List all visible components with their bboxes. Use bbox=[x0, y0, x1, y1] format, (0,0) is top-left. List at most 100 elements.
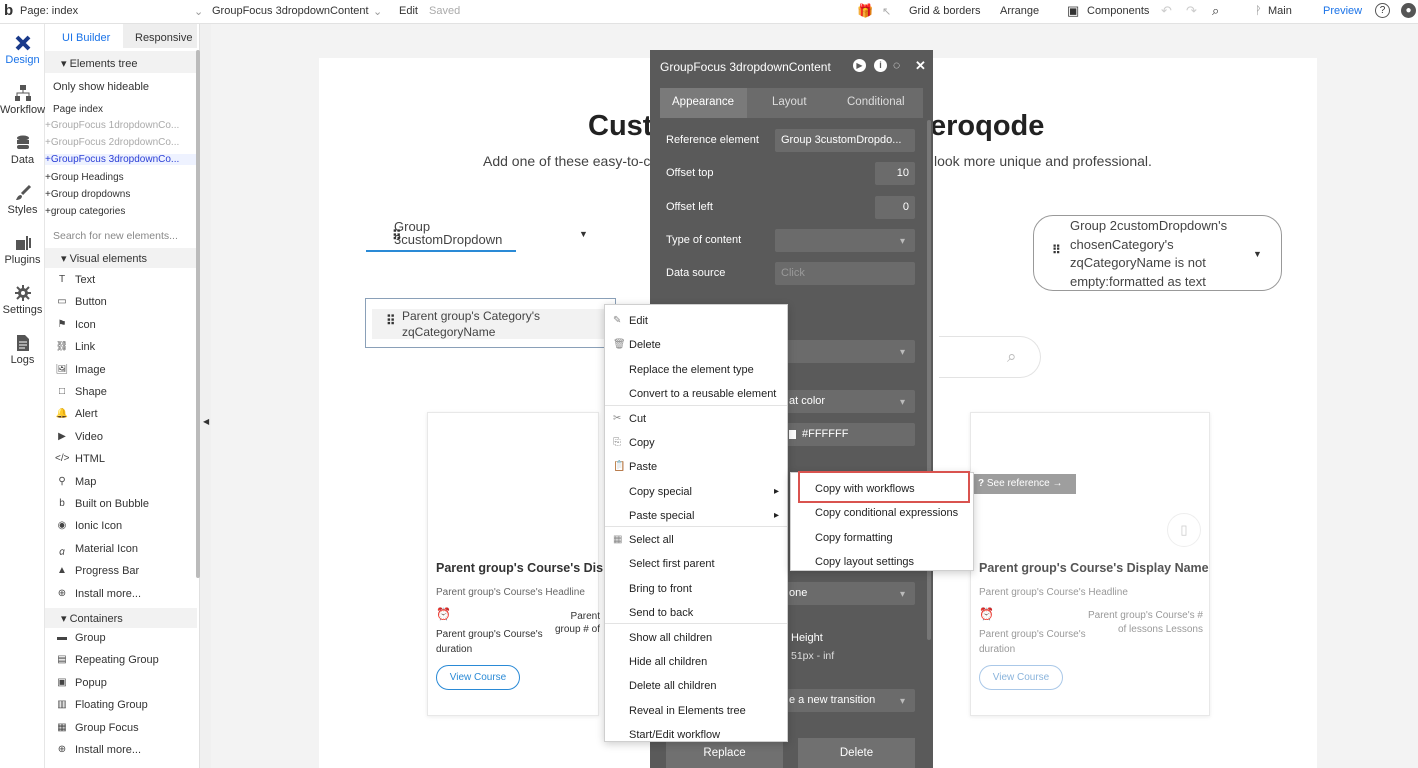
containers-header[interactable]: ▾ Containers bbox=[45, 608, 197, 628]
visual-element-progress-bar[interactable]: ▲ Progress Bar bbox=[45, 565, 197, 577]
arrange-menu[interactable]: Arrange bbox=[1000, 5, 1039, 17]
offset-left-input[interactable]: 0 bbox=[875, 196, 915, 219]
visual-element-install-more[interactable]: ⊕ Install more... bbox=[45, 588, 197, 600]
search-icon[interactable]: ⌕ bbox=[1007, 347, 1017, 367]
edit-button[interactable]: Edit bbox=[399, 5, 418, 17]
tab-conditional[interactable]: Conditional bbox=[847, 96, 905, 108]
view-course-button[interactable]: View Course bbox=[436, 665, 520, 690]
menu-item-replace-the-element-type[interactable]: Replace the element type bbox=[605, 358, 787, 382]
tab-responsive[interactable]: Responsive bbox=[123, 24, 197, 48]
components-menu[interactable]: Components bbox=[1087, 5, 1149, 17]
info-icon[interactable]: i bbox=[874, 59, 887, 72]
visual-element-link[interactable]: ⛓ Link bbox=[45, 341, 197, 353]
rail-plugins[interactable]: Plugins bbox=[0, 234, 45, 266]
see-reference-tag[interactable]: ? See reference → bbox=[974, 474, 1076, 494]
tree-item[interactable]: +Group dropdowns bbox=[45, 189, 197, 200]
branch-selector[interactable]: Main bbox=[1268, 5, 1292, 17]
container-repeating-group[interactable]: ▤ Repeating Group bbox=[45, 654, 197, 666]
comment-icon[interactable]: ◌ bbox=[893, 58, 900, 72]
menu-item-bring-to-front[interactable]: Bring to front bbox=[605, 577, 787, 601]
transition-select[interactable]: e a new transition bbox=[775, 689, 915, 712]
close-icon[interactable]: ✕ bbox=[915, 58, 926, 74]
rail-data[interactable]: Data bbox=[0, 134, 45, 166]
tree-item-selected[interactable]: +GroupFocus 3dropdownCo... bbox=[45, 154, 197, 165]
elements-tree-header[interactable]: ▾ Elements tree bbox=[45, 51, 197, 73]
play-icon[interactable]: ▶ bbox=[853, 59, 866, 72]
visual-element-alert[interactable]: 🔔 Alert bbox=[45, 408, 197, 420]
container-group[interactable]: ▬ Group bbox=[45, 632, 197, 644]
menu-item-paste[interactable]: 📋 Paste bbox=[605, 455, 787, 479]
rail-design[interactable]: Design bbox=[0, 34, 45, 66]
container-floating-group[interactable]: ▥ Floating Group bbox=[45, 699, 197, 711]
search-icon[interactable]: ⌕ bbox=[1212, 3, 1219, 19]
collapse-panel-icon[interactable]: ◀ bbox=[203, 417, 209, 426]
menu-item-cut[interactable]: ✂ Cut bbox=[605, 407, 787, 431]
panel-scrollbar[interactable] bbox=[196, 50, 200, 578]
menu-item-send-to-back[interactable]: Send to back bbox=[605, 601, 787, 625]
visual-element-icon[interactable]: ⚑ Icon bbox=[45, 319, 197, 331]
chevron-down-icon[interactable]: ▼ bbox=[1253, 249, 1262, 259]
page-selector[interactable]: Page: index bbox=[20, 5, 78, 17]
visual-element-shape[interactable]: □ Shape bbox=[45, 386, 197, 398]
visual-elements-header[interactable]: ▾ Visual elements bbox=[45, 248, 197, 268]
menu-item-paste-special[interactable]: Paste special ▸ bbox=[605, 504, 787, 528]
style-select[interactable] bbox=[775, 340, 915, 363]
rail-styles[interactable]: Styles bbox=[0, 184, 45, 216]
container-install-more[interactable]: ⊕ Install more... bbox=[45, 744, 197, 756]
menu-item-delete-all-children[interactable]: Delete all children bbox=[605, 674, 787, 698]
search-elements-input[interactable]: Search for new elements... bbox=[45, 230, 197, 242]
background-color-input[interactable]: #FFFFFF bbox=[775, 423, 915, 446]
rail-workflow[interactable]: Workflow bbox=[0, 84, 45, 116]
tree-item[interactable]: +group categories bbox=[45, 206, 197, 217]
account-icon[interactable]: ● bbox=[1401, 3, 1416, 18]
chevron-down-icon[interactable]: ▼ bbox=[579, 229, 588, 239]
data-source-input[interactable]: Click bbox=[775, 262, 915, 285]
menu-item-select-all[interactable]: ▦ Select all bbox=[605, 528, 787, 552]
reference-element-select[interactable]: Group 3customDropdo... bbox=[775, 129, 915, 152]
submenu-item-copy-formatting[interactable]: Copy formatting bbox=[791, 526, 973, 550]
menu-item-select-first-parent[interactable]: Select first parent bbox=[605, 552, 787, 576]
border-style-select[interactable]: one bbox=[775, 582, 915, 605]
selected-text-element[interactable]: ⠿ Parent group's Category's zqCategoryNa… bbox=[365, 298, 616, 348]
view-course-button[interactable]: View Course bbox=[979, 665, 1063, 690]
menu-item-convert-to-a-reusable-element[interactable]: Convert to a reusable element bbox=[605, 382, 787, 406]
redo-icon[interactable]: ↷ bbox=[1186, 3, 1197, 19]
dropdown-category-1[interactable]: Group 3customDropdown bbox=[366, 218, 516, 252]
submenu-item-copy-conditional-expressions[interactable]: Copy conditional expressions bbox=[791, 501, 973, 525]
rail-settings[interactable]: Settings bbox=[0, 284, 45, 316]
visual-element-material-icon[interactable]: ℊ Material Icon bbox=[45, 543, 197, 555]
menu-item-start-edit-workflow[interactable]: Start/Edit workflow bbox=[605, 723, 787, 747]
help-icon[interactable]: ? bbox=[1375, 3, 1390, 18]
visual-element-map[interactable]: ⚲ Map bbox=[45, 476, 197, 488]
undo-icon[interactable]: ↶ bbox=[1161, 3, 1172, 19]
gift-icon[interactable]: 🎁 bbox=[857, 3, 873, 19]
container-popup[interactable]: ▣ Popup bbox=[45, 677, 197, 689]
visual-element-button[interactable]: ▭ Button bbox=[45, 296, 197, 308]
visual-element-image[interactable]: 🖼 Image bbox=[45, 364, 197, 376]
menu-item-edit[interactable]: ✎ Edit bbox=[605, 309, 787, 333]
delete-button[interactable]: Delete bbox=[798, 738, 915, 768]
container-group-focus[interactable]: ▦ Group Focus bbox=[45, 722, 197, 734]
menu-item-copy[interactable]: ⎘ Copy bbox=[605, 431, 787, 455]
grid-borders-menu[interactable]: Grid & borders bbox=[909, 5, 981, 17]
visual-element-video[interactable]: ▶ Video bbox=[45, 431, 197, 443]
type-of-content-select[interactable] bbox=[775, 229, 915, 252]
tab-layout[interactable]: Layout bbox=[772, 96, 807, 108]
background-style-select[interactable]: at color bbox=[775, 390, 915, 413]
tab-appearance[interactable]: Appearance bbox=[660, 88, 747, 118]
rail-logs[interactable]: Logs bbox=[0, 334, 45, 366]
visual-element-html[interactable]: </> HTML bbox=[45, 453, 197, 465]
menu-item-hide-all-children[interactable]: Hide all children bbox=[605, 650, 787, 674]
bookmark-icon[interactable]: ▯ bbox=[1167, 513, 1201, 547]
bubble-logo-icon[interactable]: b bbox=[4, 2, 13, 19]
menu-item-copy-special[interactable]: Copy special ▸ bbox=[605, 480, 787, 504]
tree-item[interactable]: +GroupFocus 1dropdownCo... bbox=[45, 120, 197, 131]
visual-element-text[interactable]: T Text bbox=[45, 274, 197, 286]
visual-element-ionic-icon[interactable]: ◉ Ionic Icon bbox=[45, 520, 197, 532]
element-selector[interactable]: GroupFocus 3dropdownContent bbox=[212, 5, 369, 17]
menu-item-show-all-children[interactable]: Show all children bbox=[605, 626, 787, 650]
visual-element-built-on-bubble[interactable]: b Built on Bubble bbox=[45, 498, 197, 510]
tree-page-index[interactable]: Page index bbox=[45, 104, 197, 115]
preview-button[interactable]: Preview bbox=[1323, 5, 1362, 17]
tree-item[interactable]: +Group Headings bbox=[45, 172, 197, 183]
